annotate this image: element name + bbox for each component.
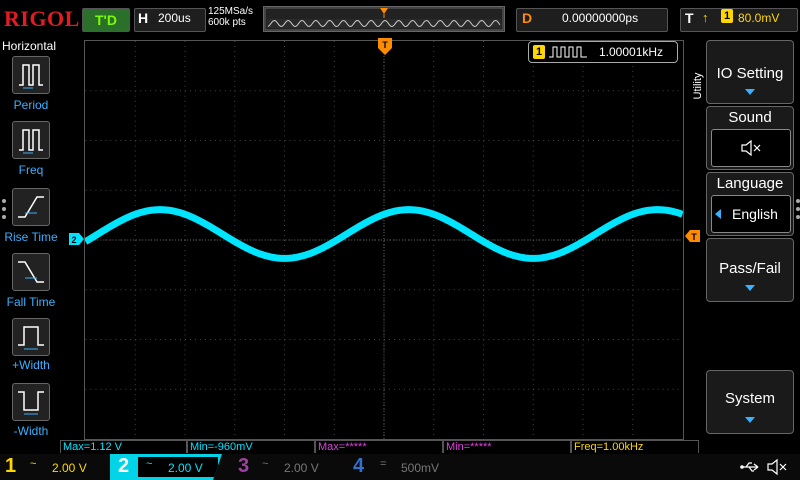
fall-time-label: Fall Time	[6, 295, 56, 309]
ch4-number: 4	[353, 455, 365, 477]
horizontal-label: H	[138, 10, 149, 26]
graticule	[85, 41, 683, 439]
memory-overview-bar[interactable]	[263, 6, 505, 32]
dc-coupling-icon: =	[380, 458, 387, 470]
trigger-position-marker[interactable]: T	[378, 38, 392, 56]
pass-fail-button[interactable]: Pass/Fail	[706, 238, 794, 302]
ac-coupling-icon: ~	[262, 458, 269, 470]
system-button[interactable]: System	[706, 370, 794, 434]
freq-button[interactable]	[12, 121, 50, 159]
memory-depth: 600k pts	[208, 17, 246, 28]
ch2-number: 2	[118, 455, 130, 477]
rise-time-label: Rise Time	[4, 230, 58, 244]
chevron-left-icon	[715, 209, 721, 219]
run-state-badge[interactable]: T'D	[82, 8, 130, 32]
svg-text:2: 2	[71, 235, 76, 245]
rise-time-icon	[18, 196, 44, 218]
frequency-counter[interactable]: 1 1.00001kHz	[528, 41, 678, 63]
fall-time-button[interactable]	[12, 253, 50, 291]
rise-time-button[interactable]	[12, 188, 50, 226]
delay-label: D	[522, 10, 533, 26]
rigol-logo: RIGOL	[4, 6, 80, 31]
delay-value: 0.00000000ps	[562, 11, 639, 25]
minus-width-icon	[18, 391, 44, 415]
measurement-ch1-freq[interactable]: Freq=1.00kHz	[571, 440, 699, 453]
minus-width-label: -Width	[13, 424, 49, 438]
ch2-waveform	[85, 206, 683, 262]
speaker-mute-icon	[741, 139, 761, 157]
scroll-dot	[2, 199, 6, 203]
freq-label: Freq	[18, 163, 44, 177]
period-button[interactable]	[12, 56, 50, 94]
trigger-level: 80.0mV	[738, 11, 780, 25]
trigger-source-badge: 1	[721, 9, 733, 23]
plus-width-button[interactable]	[12, 318, 50, 356]
ch2-scale: 2.00 V	[168, 461, 203, 475]
measurement-ch3-min[interactable]: Min=*****	[443, 440, 571, 453]
pass-fail-label: Pass/Fail	[719, 260, 781, 277]
ch4-scale: 500mV	[401, 461, 440, 475]
ch2-status[interactable]: 2 ~ 2.00 V	[110, 454, 222, 480]
counter-channel-badge: 1	[533, 45, 545, 59]
counter-value: 1.00001kHz	[599, 45, 664, 59]
language-value: English	[732, 206, 778, 222]
plus-width-label: +Width	[12, 358, 50, 372]
scroll-dot	[796, 215, 800, 219]
chevron-down-icon	[745, 89, 755, 95]
ac-coupling-icon: ~	[30, 458, 37, 470]
ch1-number: 1	[5, 455, 17, 477]
system-label: System	[724, 390, 775, 407]
svg-text:T: T	[691, 232, 697, 242]
menu-tab-label: Utility	[692, 72, 704, 100]
ch1-scale: 2.00 V	[52, 461, 87, 475]
io-setting-label: IO Setting	[716, 65, 784, 82]
acquisition-info: 125MSa/s 600k pts	[208, 6, 253, 28]
ch3-status[interactable]: 3 ~ 2.00 V	[228, 454, 343, 480]
measure-panel-title: Horizontal	[2, 39, 57, 53]
ch1-status[interactable]: 1 ~ 2.00 V	[0, 454, 110, 480]
measurement-ch2-max[interactable]: Max=1.12 V	[60, 440, 187, 453]
scroll-dot	[796, 207, 800, 211]
sound-value-box	[711, 129, 791, 167]
speaker-mute-icon	[767, 458, 787, 476]
measurement-ch2-min[interactable]: Min=-960mV	[187, 440, 315, 453]
timebase-value: 200us	[158, 11, 191, 25]
freq-icon	[19, 129, 43, 154]
scroll-dot	[2, 207, 6, 211]
scroll-dot	[796, 199, 800, 203]
chevron-down-icon	[745, 285, 755, 291]
fall-time-icon	[18, 261, 44, 283]
io-setting-button[interactable]: IO Setting	[706, 40, 794, 104]
sound-label: Sound	[728, 109, 772, 126]
period-icon	[19, 64, 43, 89]
scroll-dot	[2, 215, 6, 219]
square-wave-icon	[549, 46, 587, 58]
language-label: Language	[716, 175, 784, 192]
language-value-box: English	[711, 195, 791, 233]
measurement-ch3-max[interactable]: Max=*****	[315, 440, 443, 453]
chevron-down-icon	[745, 417, 755, 423]
waveform-display[interactable]	[84, 40, 684, 440]
svg-text:T: T	[382, 40, 388, 50]
trigger-level-marker[interactable]: T	[685, 230, 700, 242]
trigger-label: T	[685, 10, 694, 26]
ch4-status[interactable]: 4 = 500mV	[345, 454, 460, 480]
sound-button[interactable]: Sound	[706, 106, 794, 170]
language-button[interactable]: Language English	[706, 172, 794, 236]
sample-rate: 125MSa/s	[208, 6, 254, 17]
rising-edge-icon: ↑	[702, 10, 709, 25]
ch3-number: 3	[238, 455, 250, 477]
ch3-scale: 2.00 V	[284, 461, 319, 475]
usb-icon	[740, 462, 759, 472]
ch2-offset-marker[interactable]: 2	[69, 233, 84, 245]
minus-width-button[interactable]	[12, 383, 50, 421]
period-label: Period	[13, 98, 49, 112]
plus-width-icon	[18, 326, 44, 350]
ac-coupling-icon: ~	[146, 458, 153, 470]
